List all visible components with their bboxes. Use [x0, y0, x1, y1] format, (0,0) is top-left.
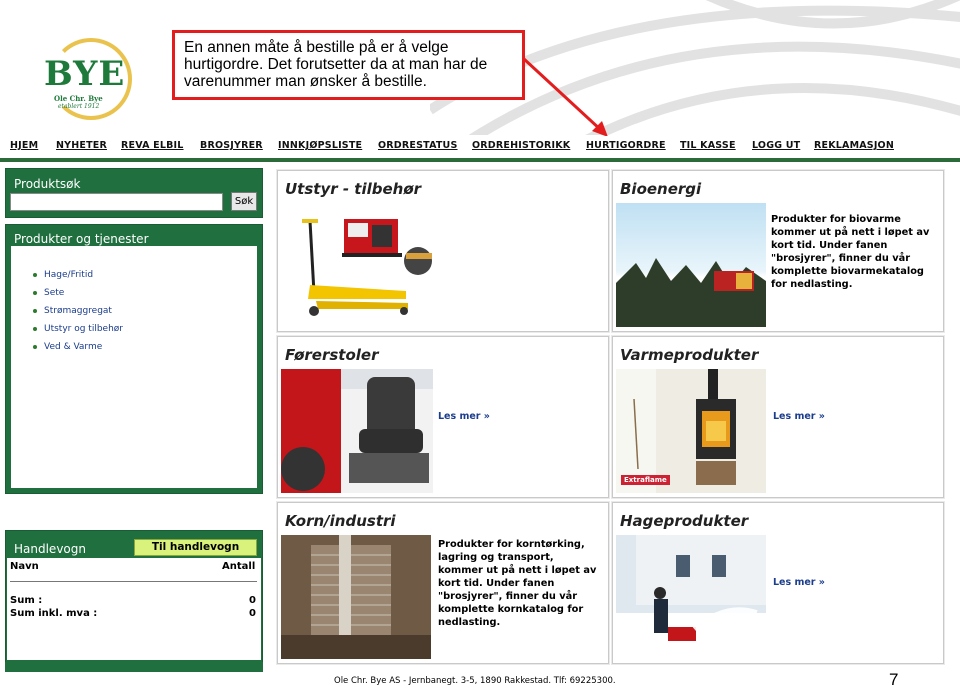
bullet-icon [33, 309, 37, 313]
snow-blower-image [616, 535, 766, 659]
desc-line: komplette biovarmekatalog [771, 266, 924, 277]
nav-reva-elbil[interactable]: REVA ELBIL [121, 140, 184, 151]
category-list: Hage/Fritid Sete Strømaggregat Utstyr og… [33, 266, 123, 356]
go-to-cart-button[interactable]: Til handlevogn [134, 539, 257, 556]
tile-title: Utstyr - tilbehør [285, 180, 422, 198]
tile-title: Førerstoler [285, 346, 379, 364]
main-nav: HJEM NYHETER REVA ELBIL BROSJYRER INNKJØ… [0, 136, 960, 158]
footer-address: Ole Chr. Bye AS - Jernbanegt. 3-5, 1890 … [334, 676, 616, 686]
bullet-icon [33, 273, 37, 277]
logo-company: Ole Chr. Bye [54, 94, 103, 103]
desc-line: kommer ut på nett i løpet av [771, 227, 930, 238]
desc-line: komplette kornkatalog for [438, 604, 584, 615]
nav-hurtigordre[interactable]: HURTIGORDRE [586, 140, 666, 151]
nav-reklamasjon[interactable]: REKLAMASJON [814, 140, 894, 151]
search-button[interactable]: Søk [231, 192, 257, 211]
category-label: Hage/Fritid [44, 270, 94, 280]
logo-brand: BYE [44, 54, 126, 94]
nav-divider [0, 158, 960, 162]
nav-innkjopsliste[interactable]: INNKJØPSLISTE [278, 140, 362, 151]
desc-line: "brosjyrer", finner du vår [771, 253, 911, 264]
category-item[interactable]: Utstyr og tilbehør [33, 320, 123, 338]
nav-nyheter[interactable]: NYHETER [56, 140, 107, 151]
cart-col-name: Navn [10, 561, 39, 572]
extraflame-badge: Extraflame [621, 475, 670, 485]
cart-col-qty: Antall [222, 561, 256, 572]
category-item[interactable]: Ved & Varme [33, 338, 123, 356]
nav-hjem[interactable]: HJEM [10, 140, 38, 151]
cart-divider [10, 581, 257, 582]
pallet-truck-generator-image [302, 219, 432, 316]
desc-line: for nedlasting. [771, 279, 853, 290]
desc-line: kort tid. Under fanen [771, 240, 888, 251]
read-more-link[interactable]: Les mer » [438, 411, 490, 422]
tile-title: Bioenergi [620, 180, 702, 198]
desc-line: kort tid. Under fanen [438, 578, 555, 589]
bye-logo[interactable]: BYE Ole Chr. Bye etablert 1912 [40, 38, 140, 120]
tile-forerstoler[interactable]: Førerstoler Les mer » [277, 336, 609, 498]
bullet-icon [33, 291, 37, 295]
desc-line: kommer ut på nett i løpet av [438, 565, 597, 576]
desc-line: lagring og transport, [438, 552, 554, 563]
category-label: Ved & Varme [44, 342, 103, 352]
category-item[interactable]: Strømaggregat [33, 302, 123, 320]
nav-brosjyrer[interactable]: BROSJYRER [200, 140, 263, 151]
tile-utstyr[interactable]: Utstyr - tilbehør [277, 170, 609, 332]
callout-arrow [522, 57, 608, 137]
tractor-seat-image [281, 369, 433, 493]
category-label: Utstyr og tilbehør [44, 324, 123, 334]
category-item[interactable]: Hage/Fritid [33, 266, 123, 284]
korn-description: Produkter for korntørking, lagring og tr… [438, 538, 596, 629]
category-label: Sete [44, 288, 65, 298]
grain-industry-image [281, 535, 431, 659]
cart-title: Handlevogn [14, 542, 86, 556]
page-number: 7 [889, 670, 899, 688]
tile-title: Hageprodukter [620, 512, 749, 530]
tile-title: Korn/industri [285, 512, 396, 530]
search-title: Produktsøk [14, 177, 81, 191]
desc-line: nedlasting. [438, 617, 501, 628]
read-more-link[interactable]: Les mer » [773, 577, 825, 588]
tile-bioenergi[interactable]: Bioenergi Produkter for biovarme kommer … [612, 170, 944, 332]
desc-line: Produkter for korntørking, [438, 539, 585, 550]
nav-logg-ut[interactable]: LOGG UT [752, 140, 800, 151]
tile-hageprodukter[interactable]: Hageprodukter Les mer » [612, 502, 944, 664]
category-item[interactable]: Sete [33, 284, 123, 302]
tile-korn-industri[interactable]: Korn/industri Produkter for korntørking,… [277, 502, 609, 664]
desc-line: "brosjyrer", finner du vår [438, 591, 578, 602]
cart-sum-label: Sum : [10, 595, 43, 606]
callout-line-1: En annen måte å bestille på er å velge [184, 39, 449, 56]
categories-title: Produkter og tjenester [14, 232, 149, 246]
search-input[interactable] [10, 193, 223, 211]
nav-til-kasse[interactable]: TIL KASSE [680, 140, 736, 151]
instruction-callout: En annen måte å bestille på er å velge h… [172, 30, 525, 100]
desc-line: Produkter for biovarme [771, 214, 901, 225]
winter-forest-image [616, 203, 766, 327]
bioenergi-description: Produkter for biovarme kommer ut på nett… [771, 213, 929, 291]
bullet-icon [33, 345, 37, 349]
cart-sum-vat-value: 0 [249, 608, 256, 619]
callout-line-2: hurtigordre. Det forutsetter da at man h… [184, 56, 488, 73]
cart-sum-vat-label: Sum inkl. mva : [10, 608, 98, 619]
tile-title: Varmeprodukter [620, 346, 759, 364]
read-more-link[interactable]: Les mer » [773, 411, 825, 422]
sidebar-bottom-bar [5, 662, 263, 672]
nav-ordrestatus[interactable]: ORDRESTATUS [378, 140, 458, 151]
category-label: Strømaggregat [44, 306, 112, 316]
logo-established: etablert 1912 [58, 103, 100, 110]
bullet-icon [33, 327, 37, 331]
callout-line-3: varenummer man ønsker å bestille. [184, 73, 427, 90]
tile-varmeprodukter[interactable]: Varmeprodukter Extraflame Les mer » [612, 336, 944, 498]
nav-ordrehistorikk[interactable]: ORDREHISTORIKK [472, 140, 570, 151]
cart-sum-value: 0 [249, 595, 256, 606]
